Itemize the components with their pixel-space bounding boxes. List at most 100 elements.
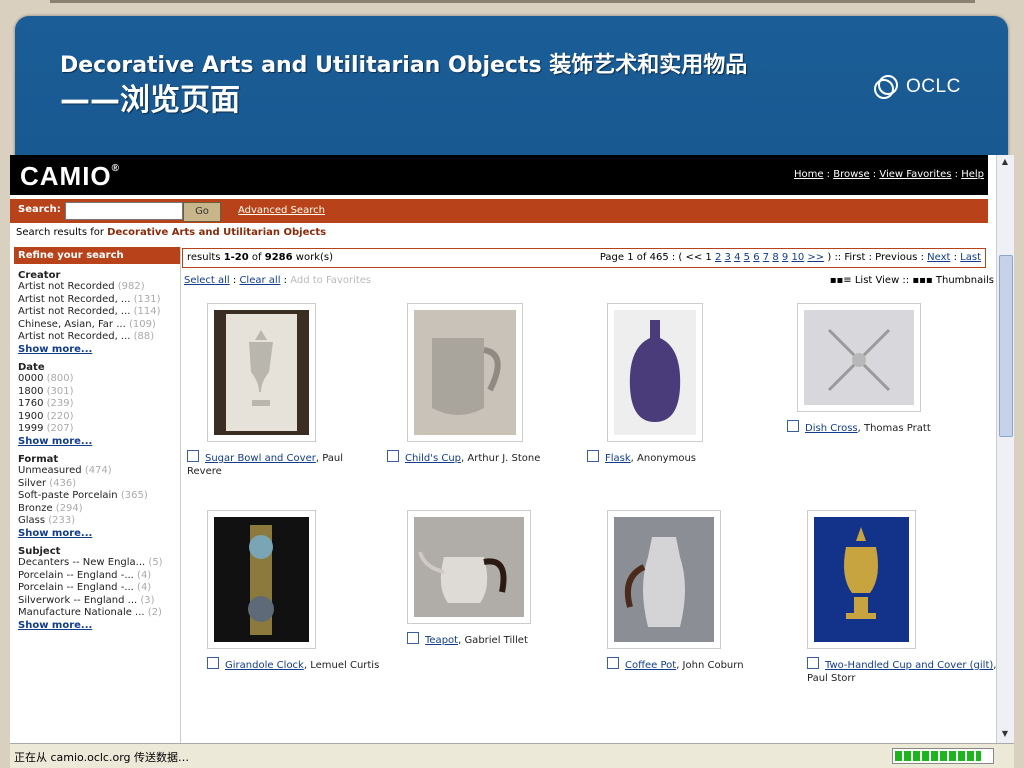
result-thumbnail[interactable] bbox=[407, 510, 531, 624]
add-to-favorites-link[interactable]: Add to Favorites bbox=[290, 275, 371, 286]
nav-home[interactable]: Home bbox=[794, 169, 824, 180]
facet-item[interactable]: Artist not Recorded, ... (114) bbox=[18, 306, 180, 319]
page-link[interactable]: 3 bbox=[725, 252, 731, 263]
result-item: Dish Cross, Thomas Pratt bbox=[787, 303, 977, 435]
result-thumbnail[interactable] bbox=[797, 303, 921, 412]
results-bar: results 1-20 of 9286 work(s) Page 1 of 4… bbox=[182, 248, 986, 268]
facet-item[interactable]: Manufacture Nationale ... (2) bbox=[18, 607, 180, 620]
search-label: Search: bbox=[18, 204, 61, 215]
result-thumbnail[interactable] bbox=[607, 303, 703, 442]
facet-item[interactable]: Unmeasured (474) bbox=[18, 465, 180, 478]
page-link[interactable]: 6 bbox=[753, 252, 759, 263]
result-thumbnail[interactable] bbox=[207, 510, 316, 649]
page-link[interactable]: 5 bbox=[744, 252, 750, 263]
facet-item[interactable]: 1760 (239) bbox=[18, 398, 180, 411]
page-link[interactable]: >> bbox=[807, 252, 824, 263]
facet-item-label: Manufacture Nationale ... bbox=[18, 607, 145, 618]
item-title-link[interactable]: Girandole Clock bbox=[225, 660, 304, 671]
page-link[interactable]: 7 bbox=[763, 252, 769, 263]
item-creator: Lemuel Curtis bbox=[310, 660, 380, 671]
clear-all-link[interactable]: Clear all bbox=[239, 275, 280, 286]
show-more-link[interactable]: Show more... bbox=[18, 436, 180, 449]
facet-item[interactable]: 0000 (800) bbox=[18, 373, 180, 386]
result-thumbnail[interactable] bbox=[407, 303, 523, 442]
list-view-option[interactable]: List View bbox=[855, 275, 899, 286]
item-creator: Arthur J. Stone bbox=[467, 453, 541, 464]
favorite-checkbox[interactable] bbox=[787, 420, 799, 432]
facet-item[interactable]: 1999 (207) bbox=[18, 423, 180, 436]
scroll-up-arrow-icon[interactable]: ▲ bbox=[999, 157, 1011, 169]
facet-item[interactable]: Silverwork -- England ... (3) bbox=[18, 595, 180, 608]
favorite-checkbox[interactable] bbox=[807, 657, 819, 669]
item-title-link[interactable]: Coffee Pot bbox=[625, 660, 676, 671]
page-link[interactable]: 2 bbox=[715, 252, 721, 263]
nav-help[interactable]: Help bbox=[961, 169, 984, 180]
advanced-search-link[interactable]: Advanced Search bbox=[238, 205, 325, 216]
item-creator: Paul Storr bbox=[807, 673, 856, 684]
select-all-link[interactable]: Select all bbox=[184, 275, 230, 286]
search-input[interactable] bbox=[65, 202, 183, 220]
last-page-link[interactable]: Last bbox=[960, 252, 981, 263]
facet-item-count: (436) bbox=[49, 477, 77, 489]
result-caption: Flask, Anonymous bbox=[587, 450, 777, 465]
show-more-link[interactable]: Show more... bbox=[18, 528, 180, 541]
facet-item[interactable]: Artist not Recorded, ... (88) bbox=[18, 331, 180, 344]
facet-item[interactable]: Porcelain -- England -... (4) bbox=[18, 570, 180, 583]
result-item: Teapot, Gabriel Tillet bbox=[407, 510, 597, 647]
vertical-scrollbar[interactable]: ▲ ▼ bbox=[996, 155, 1014, 743]
facet-item[interactable]: Decanters -- New Engla... (5) bbox=[18, 557, 180, 570]
page-link[interactable]: 10 bbox=[791, 252, 804, 263]
favorite-checkbox[interactable] bbox=[187, 450, 199, 462]
page-tail: ) :: First : Previous : bbox=[827, 252, 924, 263]
page-link[interactable]: 8 bbox=[772, 252, 778, 263]
item-title-link[interactable]: Two-Handled Cup and Cover (gilt) bbox=[825, 660, 993, 671]
facet-item[interactable]: Artist not Recorded, ... (131) bbox=[18, 294, 180, 307]
browser-screenshot: CAMIO® Home : Browse : View Favorites : … bbox=[10, 155, 1014, 768]
facet-item[interactable]: Silver (436) bbox=[18, 478, 180, 491]
page-link[interactable]: 4 bbox=[734, 252, 740, 263]
facet-item-label: 1900 bbox=[18, 410, 44, 422]
facet-item[interactable]: Glass (233) bbox=[18, 515, 180, 528]
result-item: Flask, Anonymous bbox=[587, 303, 777, 465]
facet-item-count: (239) bbox=[46, 398, 74, 409]
facet-item-count: (301) bbox=[46, 385, 74, 397]
nav-browse[interactable]: Browse bbox=[833, 169, 869, 180]
item-title-link[interactable]: Teapot bbox=[425, 635, 458, 646]
camio-logo[interactable]: CAMIO® bbox=[20, 161, 120, 192]
show-more-link[interactable]: Show more... bbox=[18, 620, 180, 633]
favorite-checkbox[interactable] bbox=[587, 450, 599, 462]
result-item: Coffee Pot, John Coburn bbox=[607, 510, 797, 672]
facet-item[interactable]: Artist not Recorded (982) bbox=[18, 281, 180, 294]
facet-item-label: Chinese, Asian, Far ... bbox=[18, 318, 126, 330]
facet-item[interactable]: Chinese, Asian, Far ... (109) bbox=[18, 319, 180, 332]
two-handled-cup-image bbox=[814, 517, 909, 642]
item-title-link[interactable]: Sugar Bowl and Cover bbox=[205, 453, 316, 464]
page-link[interactable]: 9 bbox=[782, 252, 788, 263]
item-title-link[interactable]: Child's Cup bbox=[405, 453, 461, 464]
favorite-checkbox[interactable] bbox=[607, 657, 619, 669]
nav-view-favorites[interactable]: View Favorites bbox=[879, 169, 951, 180]
item-title-link[interactable]: Dish Cross bbox=[805, 423, 858, 434]
favorite-checkbox[interactable] bbox=[407, 632, 419, 644]
facet-item[interactable]: 1900 (220) bbox=[18, 411, 180, 424]
scroll-down-arrow-icon[interactable]: ▼ bbox=[999, 729, 1011, 741]
next-page-link[interactable]: Next bbox=[927, 252, 950, 263]
results-range: 1-20 bbox=[223, 252, 249, 263]
facet-item[interactable]: Bronze (294) bbox=[18, 503, 180, 516]
go-button[interactable]: Go bbox=[183, 202, 221, 222]
result-thumbnail[interactable] bbox=[207, 303, 316, 442]
facet-item[interactable]: 1800 (301) bbox=[18, 386, 180, 399]
facet-item[interactable]: Porcelain -- England -... (4) bbox=[18, 582, 180, 595]
favorite-checkbox[interactable] bbox=[387, 450, 399, 462]
facet-title: Date bbox=[18, 362, 45, 373]
scroll-thumb[interactable] bbox=[999, 255, 1013, 437]
show-more-link[interactable]: Show more... bbox=[18, 344, 180, 357]
slide-title-line2: ——浏览页面 bbox=[60, 83, 240, 118]
result-thumbnail[interactable] bbox=[607, 510, 721, 649]
favorite-checkbox[interactable] bbox=[207, 657, 219, 669]
result-thumbnail[interactable] bbox=[807, 510, 916, 649]
facet-item[interactable]: Soft-paste Porcelain (365) bbox=[18, 490, 180, 503]
thumbnails-option[interactable]: Thumbnails bbox=[936, 275, 994, 286]
item-title-link[interactable]: Flask bbox=[605, 453, 631, 464]
facet-item-count: (131) bbox=[133, 293, 161, 305]
